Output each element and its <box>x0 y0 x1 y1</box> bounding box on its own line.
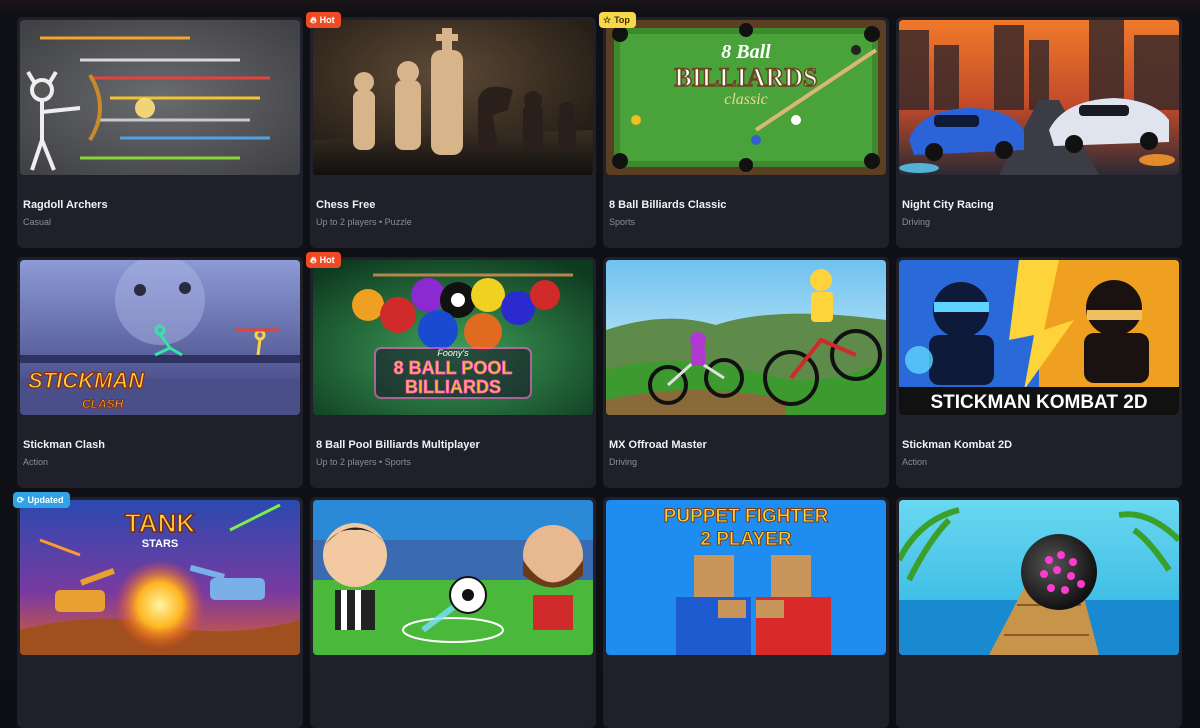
game-thumbnail[interactable]: 8 Ball BILLIARDS classic <box>606 20 886 175</box>
ragdoll-archers-art <box>20 20 300 175</box>
game-title[interactable]: 8 Ball Billiards Classic <box>609 199 726 211</box>
refresh-icon: ⟳ <box>17 494 25 505</box>
stickman-clash-art: STICKMAN CLASH <box>20 260 300 415</box>
badge-label: Hot <box>319 255 335 265</box>
game-category: Up to 2 players • Sports <box>316 457 411 467</box>
game-category: Action <box>902 457 928 467</box>
thumb-title-line1: STICKMAN <box>28 368 145 393</box>
games-grid: Ragdoll Archers Casual 🔥︎ Hot Chess Free… <box>13 12 1187 728</box>
top-badge: ☆ Top <box>599 12 636 28</box>
game-title[interactable]: Ragdoll Archers <box>23 199 108 211</box>
game-card-stickman-kombat-2d[interactable]: STICKMAN KOMBAT 2D Stickman Kombat 2D Ac… <box>896 257 1182 488</box>
mx-offroad-art <box>606 260 886 415</box>
badge-label: Hot <box>319 15 335 25</box>
thumb-title-line1: TANK <box>125 508 196 538</box>
soccer-heads-art <box>313 500 593 655</box>
game-category: Action <box>23 457 49 467</box>
game-thumbnail[interactable]: STICKMAN CLASH <box>20 260 300 415</box>
game-thumbnail[interactable] <box>899 500 1179 655</box>
game-card-chess-free[interactable]: 🔥︎ Hot Chess Free Up to 2 players • Puzz… <box>306 12 596 248</box>
game-card-8-ball-pool-billiards-multiplayer[interactable]: 🔥︎ Hot Foony's 8 BALL POOL BILLIARDS 8 B… <box>306 252 596 488</box>
game-thumbnail[interactable]: PUPPET FIGHTER 2 PLAYER <box>606 500 886 655</box>
game-thumbnail[interactable] <box>313 500 593 655</box>
game-thumbnail[interactable] <box>20 20 300 175</box>
star-icon: ☆ <box>603 14 612 25</box>
game-title[interactable]: Stickman Kombat 2D <box>902 439 1012 451</box>
game-thumbnail[interactable]: Foony's 8 BALL POOL BILLIARDS <box>313 260 593 415</box>
game-thumbnail[interactable] <box>313 20 593 175</box>
puppet-fighter-art: PUPPET FIGHTER 2 PLAYER <box>606 500 886 655</box>
game-card-stickman-clash[interactable]: STICKMAN CLASH Stickman Clash Action <box>17 257 303 488</box>
tank-stars-art: TANK STARS <box>20 500 300 655</box>
game-thumbnail[interactable]: STICKMAN KOMBAT 2D <box>899 260 1179 415</box>
game-thumbnail[interactable] <box>899 20 1179 175</box>
pool-billiards-art: Foony's 8 BALL POOL BILLIARDS <box>313 260 593 415</box>
thumb-title-line2: BILLIARDS <box>405 377 501 397</box>
hot-badge: 🔥︎ Hot <box>306 252 341 268</box>
rolling-ball-art <box>899 500 1179 655</box>
badge-label: Top <box>614 15 630 25</box>
game-category: Up to 2 players • Puzzle <box>316 217 412 227</box>
thumb-title-line2: STARS <box>142 538 178 550</box>
game-card-night-city-racing[interactable]: Night City Racing Driving <box>896 17 1182 248</box>
badge-label: Updated <box>27 495 64 505</box>
game-title[interactable]: 8 Ball Pool Billiards Multiplayer <box>316 439 480 451</box>
billiards-classic-art: 8 Ball BILLIARDS classic <box>606 20 886 175</box>
thumb-banner: STICKMAN KOMBAT 2D <box>930 392 1147 413</box>
thumb-title-line2: BILLIARDS <box>674 63 817 92</box>
game-thumbnail[interactable]: TANK STARS <box>20 500 300 655</box>
thumb-title-line3: classic <box>724 91 768 108</box>
game-title[interactable]: Stickman Clash <box>23 439 105 451</box>
thumb-title-line1: PUPPET FIGHTER <box>664 506 829 527</box>
game-card-tank-stars[interactable]: ⟳ Updated TANK STARS <box>13 492 303 728</box>
thumb-brand: Foony's <box>437 348 469 358</box>
game-thumbnail[interactable] <box>606 260 886 415</box>
game-category: Driving <box>609 457 638 467</box>
game-title[interactable]: Night City Racing <box>902 199 994 211</box>
game-card-8-ball-billiards-classic[interactable]: ☆ Top 8 Ball BILLIARDS classic 8 Ball Bi… <box>599 12 889 248</box>
game-category: Sports <box>609 217 636 227</box>
game-title[interactable]: Chess Free <box>316 199 375 211</box>
updated-badge: ⟳ Updated <box>13 492 70 508</box>
game-card-soccer[interactable] <box>310 497 596 728</box>
thumb-title-line2: CLASH <box>82 397 124 411</box>
game-title[interactable]: MX Offroad Master <box>609 439 707 451</box>
game-card-ragdoll-archers[interactable]: Ragdoll Archers Casual <box>17 17 303 248</box>
thumb-title-line1: 8 Ball <box>721 41 771 63</box>
game-card-mx-offroad-master[interactable]: MX Offroad Master Driving <box>603 257 889 488</box>
hot-badge: 🔥︎ Hot <box>306 12 341 28</box>
game-category: Driving <box>902 217 931 227</box>
thumb-title-line2: 2 PLAYER <box>700 529 791 550</box>
chess-art <box>313 20 593 175</box>
flame-icon: 🔥︎ <box>310 254 317 265</box>
game-card-puppet-fighter[interactable]: PUPPET FIGHTER 2 PLAYER <box>603 497 889 728</box>
night-city-racing-art <box>899 20 1179 175</box>
thumb-title-line1: 8 BALL POOL <box>394 358 513 378</box>
stickman-kombat-art: STICKMAN KOMBAT 2D <box>899 260 1179 415</box>
flame-icon: 🔥︎ <box>310 14 317 25</box>
game-card-rolling-ball[interactable] <box>896 497 1182 728</box>
game-category: Casual <box>23 217 52 227</box>
